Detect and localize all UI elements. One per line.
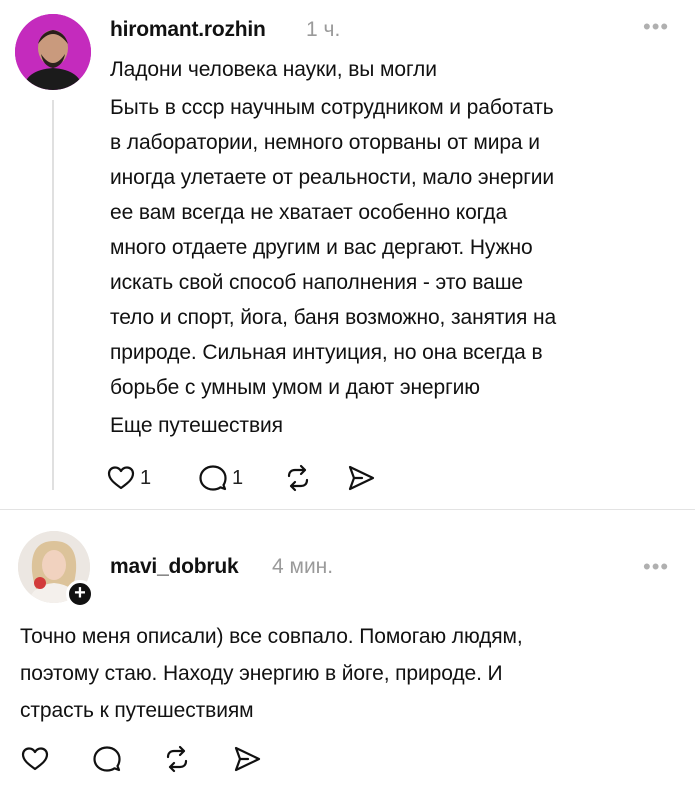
post-text-line: много отдаете другим и вас дергают. Нужн…: [110, 236, 533, 259]
post-text-line: страсть к путешествиям: [20, 699, 254, 722]
more-icon[interactable]: •••: [643, 14, 669, 40]
post-text-line: иногда улетаете от реальности, мало энер…: [110, 166, 555, 189]
username[interactable]: hiromant.rozhin: [110, 18, 266, 42]
share-button[interactable]: [232, 744, 262, 774]
comment-icon: [199, 465, 227, 491]
timestamp: 4 мин.: [272, 555, 334, 578]
share-icon: [234, 746, 261, 772]
avatar-photo: [15, 14, 91, 90]
thread-post-1: hiromant.rozhin 1 ч. ••• Ладони человека…: [0, 0, 695, 510]
post-text-line: искать свой способ наполнения - это ваше: [110, 271, 524, 294]
comment-button[interactable]: [198, 463, 228, 493]
heart-icon: [107, 466, 135, 490]
follow-plus-icon[interactable]: +: [66, 580, 94, 608]
repost-icon: [287, 464, 309, 492]
like-button[interactable]: [20, 744, 50, 774]
post-text-line: природе. Сильная интуиция, но она всегда…: [110, 341, 543, 364]
repost-button[interactable]: [162, 744, 192, 774]
post-text-line: Точно меня описали) все совпало. Помогаю…: [20, 625, 523, 648]
like-button[interactable]: [106, 463, 136, 493]
share-button[interactable]: [346, 463, 376, 493]
post-text-line: Ладони человека науки, вы могли: [110, 58, 437, 81]
post-actions: [20, 744, 280, 774]
comment-icon: [93, 746, 121, 772]
like-count: 1: [140, 467, 152, 489]
thread-line: [52, 100, 54, 490]
avatar[interactable]: [15, 14, 91, 90]
post-text-line: поэтому стаю. Находу энергию в йоге, при…: [20, 662, 503, 685]
heart-icon: [21, 747, 49, 771]
more-icon[interactable]: •••: [643, 554, 669, 580]
comment-button[interactable]: [92, 744, 122, 774]
post-text-line: борьбе с умным умом и дают энергию: [110, 376, 480, 399]
username[interactable]: mavi_dobruk: [110, 555, 239, 579]
reply-count: 1: [232, 467, 244, 489]
post-text-line: Быть в ссср научным сотрудником и работа…: [110, 96, 554, 119]
timestamp: 1 ч.: [306, 18, 341, 41]
share-icon: [348, 465, 375, 491]
post-text-line: Еще путешествия: [110, 414, 283, 437]
post-text-line: в лаборатории, немного оторваны от мира …: [110, 131, 540, 154]
repost-icon: [166, 745, 188, 773]
post-divider: [0, 509, 695, 510]
post-text-line: тело и спорт, йога, баня возможно, занят…: [110, 306, 557, 329]
post-text-line: ее вам всегда не хватает особенно когда: [110, 201, 508, 224]
post-actions: 1 1: [106, 463, 406, 493]
repost-button[interactable]: [283, 463, 313, 493]
